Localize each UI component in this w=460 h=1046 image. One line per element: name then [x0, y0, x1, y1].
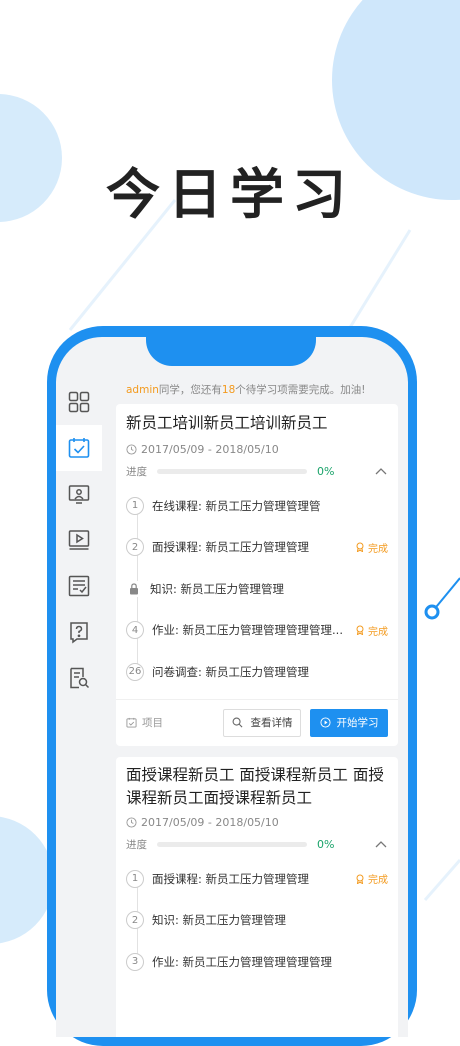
sidebar-item-training[interactable]	[56, 471, 102, 517]
step-number: 4	[126, 621, 144, 640]
step-label: 面授课程: 新员工压力管理管理	[152, 871, 310, 886]
calendar-check-icon	[68, 438, 90, 458]
progress-percent: 0%	[317, 464, 335, 478]
step-list: 1 在线课程: 新员工压力管理管理管 2 面授课程: 新员工压力管理管理 完成 …	[116, 485, 398, 693]
medal-icon	[356, 874, 364, 884]
clock-icon	[126, 816, 137, 828]
step-number: 2	[126, 911, 144, 930]
step-number: 1	[126, 869, 144, 888]
list-item[interactable]: 2 面授课程: 新员工压力管理管理 完成	[126, 527, 398, 569]
phone-screen: admin同学，您还有18个待学习项需要完成。加油! 新员工培训新员工培训新员工…	[56, 337, 408, 1037]
presentation-icon	[68, 485, 90, 504]
progress-bar	[157, 468, 307, 474]
card-footer: 项目 查看详情 开始学习	[116, 698, 398, 746]
chevron-up-icon[interactable]	[374, 839, 388, 849]
sidebar-item-questions[interactable]	[56, 609, 102, 655]
welcome-user: admin	[126, 384, 159, 396]
list-item[interactable]: 26 问卷调查: 新员工压力管理管理	[126, 651, 398, 693]
step-label: 在线课程: 新员工压力管理管理管	[152, 498, 321, 513]
progress-label: 进度	[126, 465, 147, 478]
bg-dot-ring	[424, 604, 440, 620]
view-details-button[interactable]: 查看详情	[223, 708, 301, 737]
bg-circle-bottom-left	[0, 816, 54, 944]
start-learning-button[interactable]: 开始学习	[310, 708, 388, 737]
sidebar-item-today[interactable]	[56, 425, 102, 471]
question-icon	[70, 622, 88, 644]
list-item[interactable]: 3 作业: 新员工压力管理管理管理管理	[126, 941, 398, 983]
grid-icon	[68, 391, 90, 413]
list-check-icon	[68, 575, 90, 597]
step-number: 1	[126, 496, 144, 515]
calendar-icon	[126, 717, 137, 728]
list-item[interactable]: 4 作业: 新员工压力管理管理管理管理... 完成	[126, 610, 398, 652]
list-item[interactable]: 知识: 新员工压力管理管理	[126, 568, 398, 610]
sidebar-item-tasks[interactable]	[56, 563, 102, 609]
step-number: 26	[126, 662, 144, 681]
progress-label: 进度	[126, 838, 147, 851]
status-badge: 完成	[355, 871, 388, 886]
card-date: 2017/05/09 - 2018/05/10	[116, 441, 398, 457]
status-badge: 完成	[355, 623, 388, 638]
bg-line-3	[431, 577, 460, 613]
step-label: 知识: 新员工压力管理管理	[152, 913, 287, 928]
sidebar-item-video[interactable]	[56, 517, 102, 563]
step-label: 作业: 新员工压力管理管理管理管理	[152, 954, 333, 969]
sidebar-item-search-docs[interactable]	[56, 655, 102, 701]
page-headline: 今日学习	[106, 163, 354, 226]
course-card[interactable]: 新员工培训新员工培训新员工 2017/05/09 - 2018/05/10 进度…	[116, 404, 398, 746]
phone-notch	[146, 330, 316, 366]
card-title: 面授课程新员工 面授课程新员工 面授课程新员工面授课程新员工	[126, 766, 384, 807]
progress-row: 进度 0%	[116, 463, 398, 479]
card-title: 新员工培训新员工培训新员工	[126, 414, 328, 432]
video-icon	[68, 530, 90, 550]
step-label: 知识: 新员工压力管理管理	[150, 581, 285, 596]
pending-count: 18	[221, 384, 236, 396]
course-card[interactable]: 面授课程新员工 面授课程新员工 面授课程新员工面授课程新员工 2017/05/0…	[116, 757, 398, 1037]
play-circle-icon	[319, 717, 331, 728]
list-item[interactable]: 1 面授课程: 新员工压力管理管理 完成	[126, 858, 398, 900]
medal-icon	[356, 625, 364, 636]
list-item[interactable]: 2 知识: 新员工压力管理管理	[126, 900, 398, 942]
sidebar-item-grid[interactable]	[56, 379, 102, 425]
progress-percent: 0%	[317, 837, 335, 851]
step-list: 1 面授课程: 新员工压力管理管理 完成 2 知识: 新员工压力管理管理 3 作…	[116, 858, 398, 983]
step-label: 问卷调查: 新员工压力管理管理	[152, 664, 310, 679]
step-label: 面授课程: 新员工压力管理管理	[152, 540, 310, 555]
chevron-up-icon[interactable]	[374, 466, 388, 476]
medal-icon	[356, 542, 364, 553]
step-number: 3	[126, 952, 144, 971]
bg-line-4	[423, 859, 460, 901]
project-tag: 项目	[126, 715, 163, 730]
welcome-message: admin同学，您还有18个待学习项需要完成。加油!	[126, 384, 366, 396]
status-badge: 完成	[355, 540, 388, 555]
sidebar	[56, 379, 106, 701]
progress-row: 进度 0%	[116, 836, 398, 852]
step-label: 作业: 新员工压力管理管理管理管理...	[152, 623, 343, 638]
doc-search-icon	[70, 667, 90, 689]
list-item[interactable]: 1 在线课程: 新员工压力管理管理管	[126, 485, 398, 527]
lock-icon	[126, 580, 142, 597]
clock-icon	[126, 443, 137, 455]
step-number: 2	[126, 538, 144, 557]
search-icon	[232, 717, 242, 728]
progress-bar	[157, 841, 307, 847]
card-date: 2017/05/09 - 2018/05/10	[116, 814, 398, 830]
